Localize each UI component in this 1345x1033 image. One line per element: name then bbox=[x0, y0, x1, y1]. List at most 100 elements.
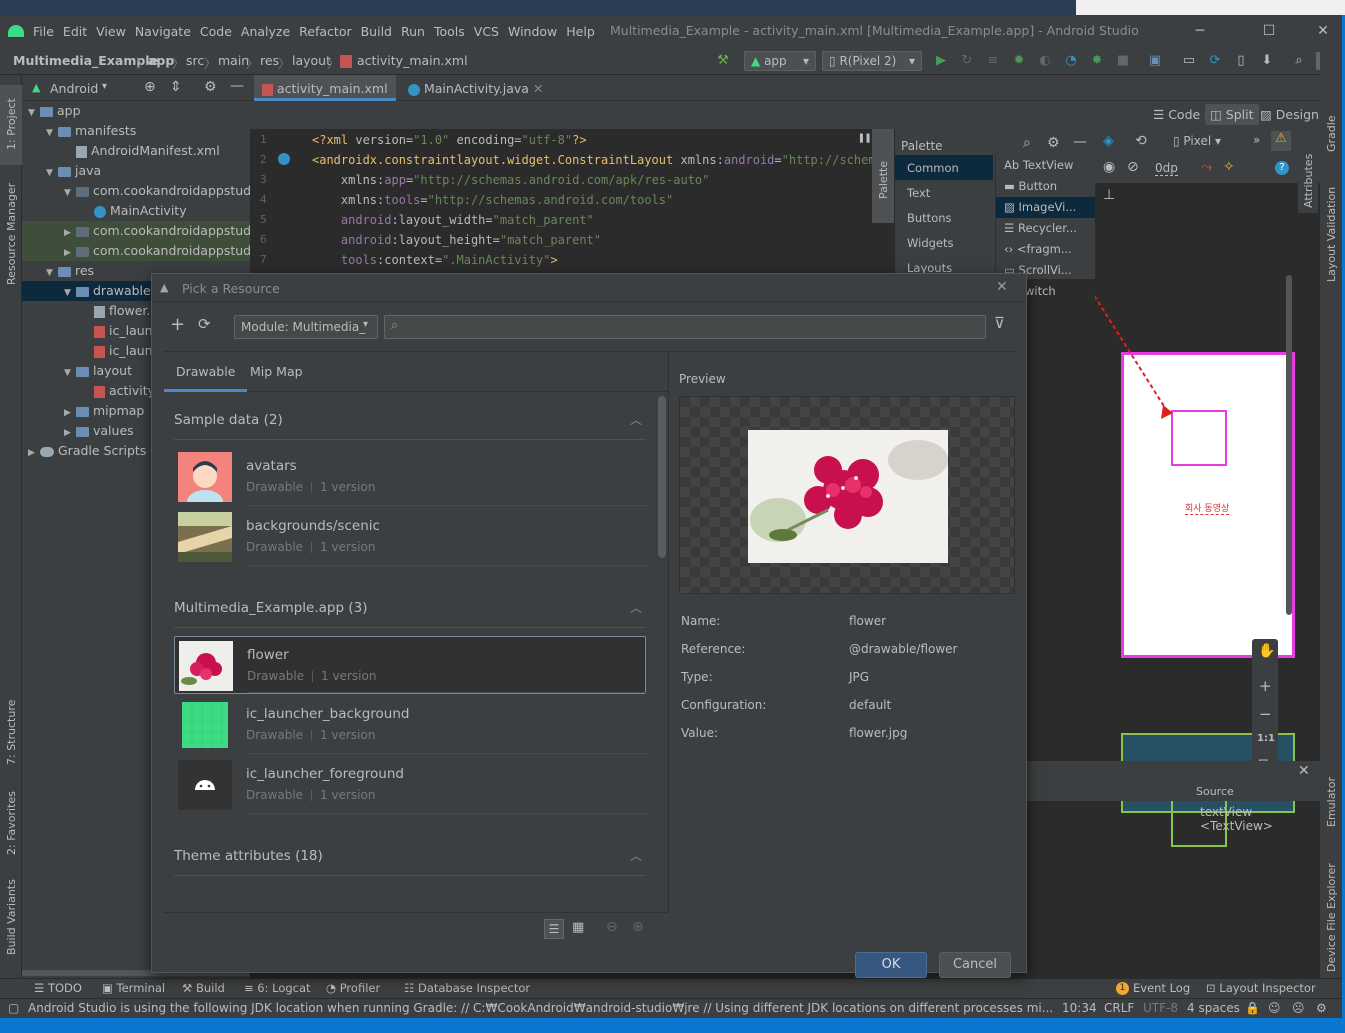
mode-split-button[interactable]: ◫ Split bbox=[1205, 104, 1259, 125]
debug-icon[interactable]: ✹ bbox=[1010, 52, 1028, 70]
expand-down-icon[interactable]: ▼ bbox=[28, 103, 40, 123]
menu-analyze[interactable]: Analyze bbox=[241, 24, 290, 39]
gear-icon[interactable]: ⚙ bbox=[1047, 135, 1060, 151]
coverage-icon[interactable]: ◐ bbox=[1036, 52, 1054, 70]
search-field[interactable]: ⌕ bbox=[384, 315, 986, 339]
build-tool-button[interactable]: ⚒ Build bbox=[182, 981, 225, 995]
project-view-select[interactable]: Android bbox=[50, 81, 98, 96]
database-inspector-tool-button[interactable]: ☷ Database Inspector bbox=[404, 981, 530, 995]
menu-view[interactable]: View bbox=[96, 24, 126, 39]
status-encoding[interactable]: UTF-8 bbox=[1143, 1001, 1178, 1015]
tab-activity-main[interactable]: activity_main.xml ✕ bbox=[254, 75, 396, 111]
sdk-manager-icon[interactable]: ⬇ bbox=[1258, 52, 1276, 70]
device-select[interactable]: ▯ R(Pixel 2) ▾ bbox=[822, 51, 922, 71]
detail-value[interactable]: flower bbox=[849, 614, 886, 628]
expand-down-icon[interactable]: ▼ bbox=[46, 263, 58, 283]
zoom-actual-icon[interactable]: 1:1 bbox=[1257, 733, 1275, 744]
favorites-tool-label[interactable]: 2: Favorites bbox=[5, 791, 18, 855]
hammer-icon[interactable]: ⚒ bbox=[714, 52, 732, 70]
tree-item[interactable]: ▼ com.cookandroidappstudy.n bbox=[22, 181, 269, 203]
breadcrumb-src[interactable]: src bbox=[186, 53, 204, 68]
palette-category-buttons[interactable]: Buttons bbox=[895, 205, 993, 230]
project-structure-icon[interactable]: ▣ bbox=[1146, 52, 1164, 70]
tab-mipmap[interactable]: Mip Map bbox=[238, 352, 315, 392]
menu-file[interactable]: File bbox=[33, 24, 54, 39]
code-line[interactable]: android:layout_width="match_parent" bbox=[312, 213, 594, 227]
attributes-side-tab[interactable]: Attributes bbox=[1298, 133, 1318, 213]
menu-navigate[interactable]: Navigate bbox=[135, 24, 191, 39]
menu-tools[interactable]: Tools bbox=[434, 24, 465, 39]
structure-tool-label[interactable]: 7: Structure bbox=[5, 700, 18, 765]
list-view-icon[interactable]: ☰ bbox=[544, 919, 564, 939]
pan-hand-icon[interactable]: ✋ bbox=[1258, 643, 1275, 659]
lock-icon[interactable]: 🔒 bbox=[1245, 1001, 1260, 1015]
palette-widget[interactable]: Ab TextView bbox=[996, 155, 1096, 176]
menu-help[interactable]: Help bbox=[566, 24, 595, 39]
status-line-separator[interactable]: CRLF bbox=[1104, 1001, 1134, 1015]
menu-build[interactable]: Build bbox=[361, 24, 392, 39]
expand-down-icon[interactable]: ▼ bbox=[46, 163, 58, 183]
code-line[interactable]: <?xml version="1.0" encoding="utf-8"?> bbox=[312, 133, 587, 147]
status-indent[interactable]: 4 spaces bbox=[1187, 1001, 1240, 1015]
todo-tool-button[interactable]: ☰ TODO bbox=[34, 981, 82, 995]
close-icon[interactable]: ✕ bbox=[533, 81, 543, 96]
collapse-chevron-icon[interactable]: ︿ bbox=[630, 400, 642, 440]
gradle-tool-label[interactable]: Gradle bbox=[1325, 115, 1338, 152]
close-icon[interactable]: ✕ bbox=[1298, 763, 1310, 779]
expand-down-icon[interactable]: ▼ bbox=[64, 363, 76, 383]
expand-right-icon[interactable]: ▶ bbox=[28, 443, 40, 463]
expand-right-icon[interactable]: ▶ bbox=[64, 403, 76, 423]
code-line[interactable]: xmlns:app="http://schemas.android.com/ap… bbox=[312, 173, 710, 187]
palette-category-text[interactable]: Text bbox=[895, 180, 993, 205]
menu-vcs[interactable]: VCS bbox=[474, 24, 499, 39]
gear-icon[interactable]: ⚙ bbox=[204, 79, 217, 95]
maximize-button[interactable]: ☐ bbox=[1246, 15, 1292, 47]
code-line[interactable]: android:layout_height="match_parent" bbox=[312, 233, 601, 247]
code-line[interactable]: tools:context=".MainActivity"> bbox=[312, 253, 558, 267]
stop-icon[interactable]: ■ bbox=[1114, 52, 1132, 70]
sad-face-icon[interactable]: ☹ bbox=[1292, 1001, 1305, 1015]
expand-down-icon[interactable]: ▼ bbox=[64, 183, 76, 203]
tree-item[interactable]: ▶ com.cookandroidappstudy.n bbox=[22, 221, 269, 241]
resource-section-header[interactable]: Sample data (2) ︿ bbox=[174, 400, 646, 440]
collapse-chevron-icon[interactable]: ︿ bbox=[630, 588, 642, 628]
palette-side-tab[interactable]: Palette bbox=[872, 129, 894, 223]
minimize-panel-icon[interactable]: — bbox=[1073, 134, 1087, 150]
minimize-button[interactable]: ─ bbox=[1177, 15, 1223, 47]
event-log-button[interactable]: Event Log bbox=[1133, 981, 1190, 995]
cancel-button[interactable]: Cancel bbox=[939, 952, 1011, 978]
status-panel-icon[interactable]: ▢ bbox=[8, 1001, 19, 1015]
expand-down-icon[interactable]: ▼ bbox=[46, 123, 58, 143]
tree-item[interactable]: ▼ java bbox=[22, 161, 250, 181]
sync-gradle-icon[interactable]: ⟳ bbox=[1206, 52, 1224, 70]
logcat-tool-button[interactable]: ≡ 6: Logcat bbox=[244, 981, 311, 995]
tree-item[interactable]: AndroidManifest.xml bbox=[22, 141, 250, 161]
palette-category-widgets[interactable]: Widgets bbox=[895, 230, 993, 255]
minimize-panel-icon[interactable]: — bbox=[230, 78, 244, 94]
tree-item[interactable]: ▼ manifests bbox=[22, 121, 250, 141]
menu-code[interactable]: Code bbox=[200, 24, 232, 39]
expand-right-icon[interactable]: ▶ bbox=[64, 243, 76, 263]
detail-value[interactable]: @drawable/flower bbox=[849, 642, 957, 656]
tree-item[interactable]: ▼ app bbox=[22, 101, 250, 121]
terminal-tool-button[interactable]: ▣ Terminal bbox=[102, 981, 165, 995]
textview-preview[interactable]: 회사 동영상 bbox=[1185, 501, 1230, 515]
resource-item[interactable]: ic_launcher_background Drawable 1 version bbox=[174, 696, 646, 754]
attributes-tool-label[interactable]: Attributes bbox=[1302, 154, 1315, 208]
resource-item[interactable]: ic_launcher_foreground Drawable 1 version bbox=[174, 756, 646, 814]
zoom-out-icon[interactable]: ⊖ bbox=[606, 919, 618, 935]
resource-section-header[interactable]: Multimedia_Example.app (3) ︿ bbox=[174, 588, 646, 628]
zoom-in-icon[interactable]: + bbox=[1259, 677, 1272, 695]
detail-value[interactable]: JPG bbox=[849, 670, 869, 684]
palette-widget[interactable]: ▨ ImageVi... bbox=[996, 197, 1096, 218]
device-manager-icon[interactable]: ▯ bbox=[1232, 52, 1250, 70]
mode-design-button[interactable]: ▨ Design bbox=[1260, 107, 1319, 122]
palette-category-common[interactable]: Common bbox=[895, 155, 993, 180]
status-position[interactable]: 10:34 bbox=[1062, 1001, 1097, 1015]
tree-item[interactable]: MainActivity bbox=[22, 201, 250, 221]
add-icon[interactable]: + bbox=[170, 314, 185, 335]
memory-indicator-icon[interactable]: ⚙ bbox=[1316, 1001, 1327, 1015]
collapse-icon[interactable]: ⇕ bbox=[170, 79, 182, 95]
status-message[interactable]: Android Studio is using the following JD… bbox=[28, 1001, 1058, 1015]
device-file-explorer-tool-label[interactable]: Device File Explorer bbox=[1325, 863, 1338, 972]
